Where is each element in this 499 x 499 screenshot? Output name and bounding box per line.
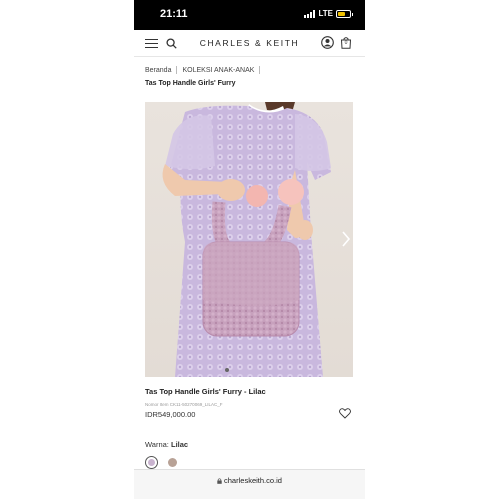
color-swatch-lilac[interactable] [145,456,158,469]
breadcrumb: Beranda KOLEKSI ANAK-ANAK [145,66,265,74]
site-header: CHARLES & KEITH 0 [134,30,365,57]
url-text: charleskeith.co.id [224,476,282,485]
cart-count: 0 [344,40,348,46]
product-image[interactable] [145,102,353,377]
user-icon[interactable] [321,36,334,49]
breadcrumb-kids-collection[interactable]: KOLEKSI ANAK-ANAK [182,67,254,74]
product-code: Nomor Item CK11-50270069_LILAC_F [145,402,223,407]
battery-fill [338,11,345,16]
product-photo [162,102,331,377]
color-swatch-fill [168,458,177,467]
color-swatch-brown[interactable] [166,456,179,469]
browser-url-bar[interactable]: charleskeith.co.id [134,469,365,499]
signal-icon [304,9,316,18]
product-name: Tas Top Handle Girls' Furry - Lilac [145,387,266,396]
network-label: LTE [318,9,333,18]
battery-icon [336,9,353,18]
color-swatch-fill [148,459,155,466]
status-time: 21:11 [160,8,188,20]
breadcrumb-separator [176,66,178,74]
color-swatches [145,456,179,469]
breadcrumb-home[interactable]: Beranda [145,67,171,74]
heart-icon[interactable] [339,408,351,419]
status-bar: 21:11 LTE [134,0,365,30]
breadcrumb-separator [259,66,261,74]
status-indicators: LTE [304,9,353,18]
bag-icon[interactable]: 0 [340,36,352,49]
url-display[interactable]: charleskeith.co.id [134,476,365,485]
lock-icon [217,478,222,484]
phone-screen: 21:11 LTE CHARLES & KEITH 0 Beranda KOLE… [134,0,365,499]
breadcrumb-current: Tas Top Handle Girls' Furry [145,80,236,87]
color-label-text: Warna: [145,440,169,449]
product-price: IDR549,000.00 [145,410,196,419]
color-value: Lilac [171,440,189,449]
next-image-arrow-icon[interactable] [341,230,351,248]
color-label: Warna: Lilac [145,440,188,449]
